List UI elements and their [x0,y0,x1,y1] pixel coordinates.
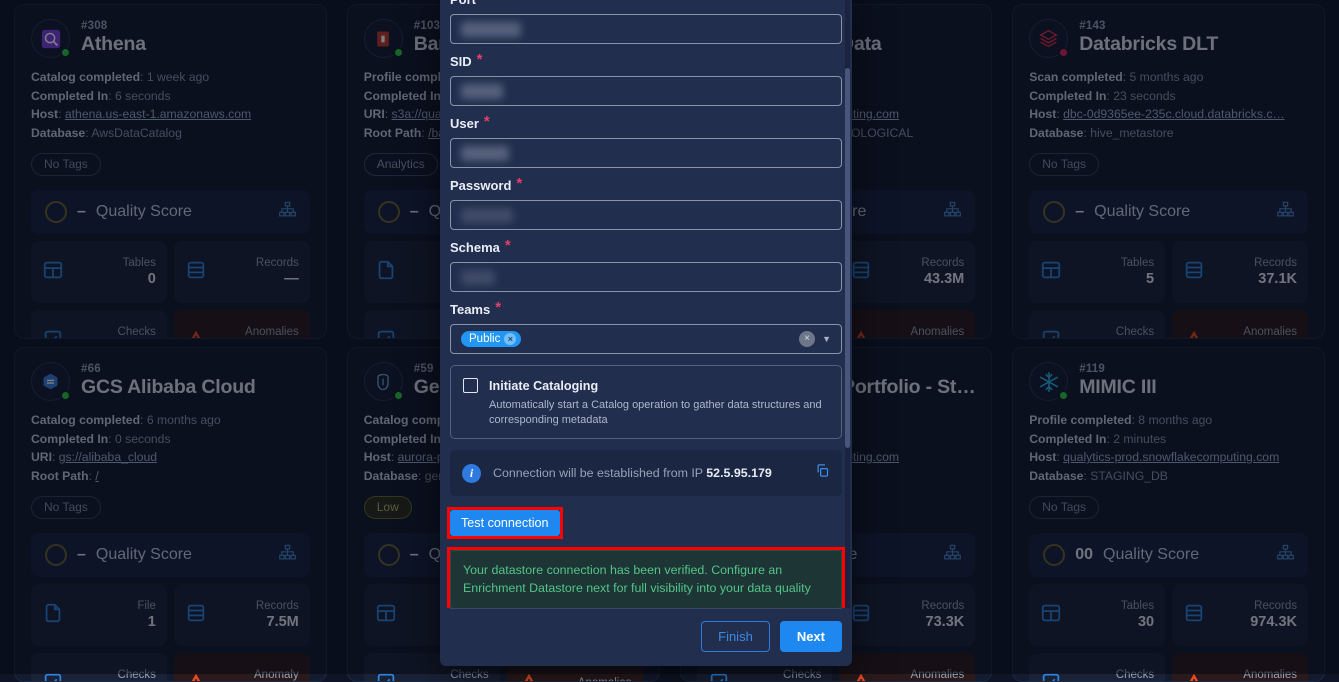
next-button[interactable]: Next [780,621,842,652]
redacted-value [461,146,509,161]
required-marker: * [495,302,501,314]
password-input[interactable] [450,200,842,230]
test-connection-highlight: Test connection [450,510,560,536]
initiate-cataloging-description: Automatically start a Catalog operation … [489,398,829,427]
modal-body: Port * SID * User * Password * Schema * Teams * P… [440,0,852,608]
team-chip-label: Public [469,333,500,345]
teams-label: Teams * [450,302,842,317]
clear-all-icon[interactable]: × [799,331,815,347]
initiate-cataloging-checkbox[interactable] [463,378,478,393]
required-marker: * [481,0,487,4]
team-chip-remove-icon[interactable]: × [504,333,516,345]
schema-field: Schema * [450,240,842,292]
copy-icon[interactable] [815,463,830,483]
redacted-value [461,84,503,99]
required-marker: * [477,54,483,66]
port-field: Port * [450,0,842,44]
finish-button[interactable]: Finish [701,621,770,652]
required-marker: * [505,240,511,252]
redacted-value [461,270,495,285]
teams-label-text: Teams [450,302,490,317]
field-label-text: Password [450,178,511,193]
password-field: Password * [450,178,842,230]
connection-ip-prefix: Connection will be established from IP [493,466,706,480]
connection-ip-value: 52.5.95.179 [706,466,771,480]
verification-highlight: Your datastore connection has been verif… [450,550,842,608]
port-label: Port * [450,0,842,7]
connection-ip-text: Connection will be established from IP 5… [493,466,772,480]
user-label: User * [450,116,842,131]
password-label: Password * [450,178,842,193]
field-label-text: Port [450,0,476,7]
modal-scrollbar[interactable] [845,0,850,608]
required-marker: * [484,116,490,128]
field-label-text: SID [450,54,472,69]
modal-scrollbar-thumb[interactable] [845,68,850,448]
field-label-text: User [450,116,479,131]
connection-form-fields: Port * SID * User * Password * Schema * [450,0,842,292]
modal-footer: Finish Next [450,608,842,666]
info-icon: i [462,464,481,483]
test-connection-button[interactable]: Test connection [450,510,560,536]
sid-label: SID * [450,54,842,69]
initiate-cataloging-card[interactable]: Initiate Cataloging Automatically start … [450,365,842,439]
sid-field: SID * [450,54,842,106]
port-input[interactable] [450,14,842,44]
initiate-cataloging-title: Initiate Cataloging [489,379,598,393]
sid-input[interactable] [450,76,842,106]
required-marker: * [516,178,522,190]
connection-ip-info: i Connection will be established from IP… [450,450,842,496]
teams-field: Teams * Public × × ▼ [450,302,842,354]
user-field: User * [450,116,842,168]
redacted-value [461,22,521,37]
chevron-down-icon[interactable]: ▼ [822,334,831,344]
datastore-connection-modal: Port * SID * User * Password * Schema * Teams * P… [440,0,852,666]
team-chip-public[interactable]: Public × [461,331,521,347]
schema-label: Schema * [450,240,842,255]
field-label-text: Schema [450,240,500,255]
schema-input[interactable] [450,262,842,292]
teams-select[interactable]: Public × × ▼ [450,324,842,354]
stat-label: Anomalies [578,677,632,682]
verification-message: Your datastore connection has been verif… [450,550,842,608]
redacted-value [461,208,513,223]
user-input[interactable] [450,138,842,168]
